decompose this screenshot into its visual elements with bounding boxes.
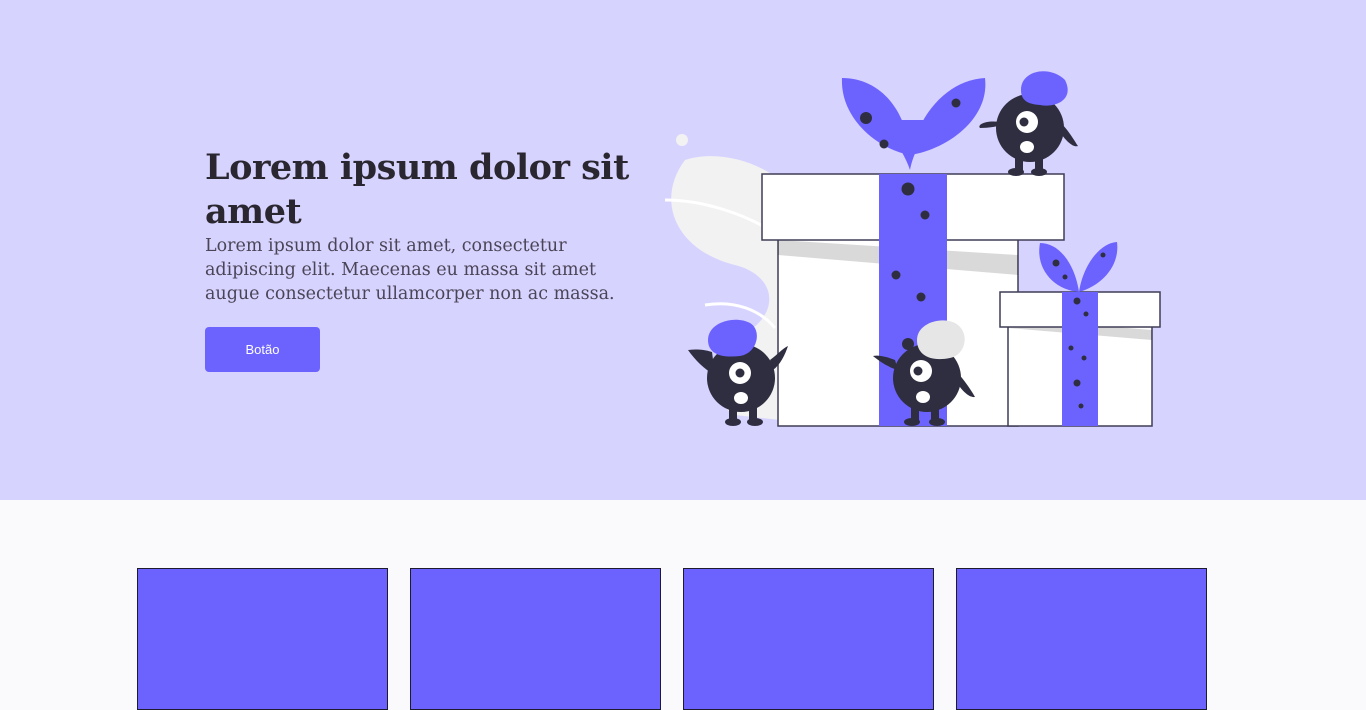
cards-section [137,568,1207,710]
hero-section: Lorem ipsum dolor sit amet Lorem ipsum d… [0,0,1366,500]
card-4[interactable] [956,568,1207,710]
card-1[interactable] [137,568,388,710]
hero-text-block: Lorem ipsum dolor sit amet Lorem ipsum d… [205,146,645,306]
hero-title: Lorem ipsum dolor sit amet [205,147,629,232]
hero-description: Lorem ipsum dolor sit amet, consectetur … [205,236,615,304]
gift-boxes-monsters-illustration [664,71,1161,427]
card-3[interactable] [683,568,934,710]
card-2[interactable] [410,568,661,710]
hero-button[interactable]: Botão [205,327,320,372]
